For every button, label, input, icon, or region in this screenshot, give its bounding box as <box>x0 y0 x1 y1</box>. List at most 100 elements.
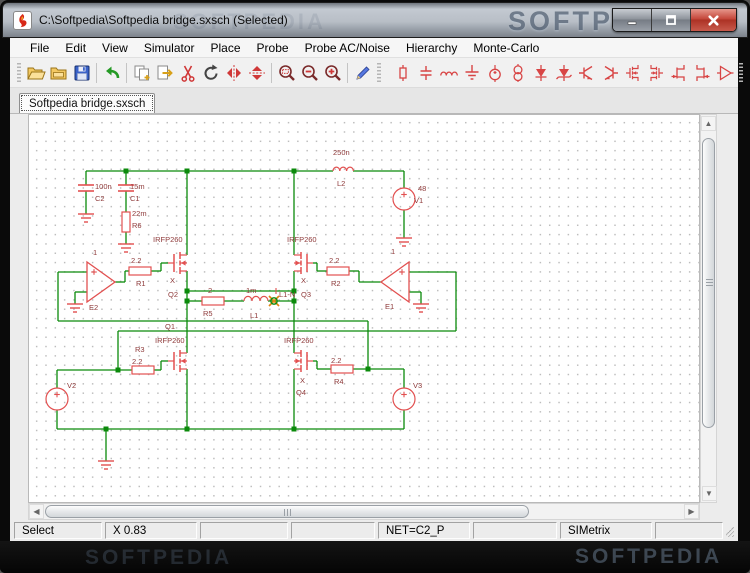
ground-symbol[interactable] <box>98 460 114 470</box>
zoom-area-icon[interactable] <box>275 61 298 85</box>
resistor-icon[interactable] <box>391 61 414 85</box>
current-source-icon[interactable] <box>506 61 529 85</box>
npn-transistor-icon[interactable] <box>575 61 598 85</box>
wire-junction <box>291 426 297 432</box>
vertical-scroll-thumb[interactable] <box>702 138 715 428</box>
menu-item-file[interactable]: File <box>22 39 57 57</box>
voltage-source-icon[interactable] <box>483 61 506 85</box>
window-controls <box>612 8 737 32</box>
mirror-vertical-icon[interactable] <box>222 61 245 85</box>
menu-item-edit[interactable]: Edit <box>57 39 94 57</box>
component-label: 1 <box>93 248 97 257</box>
watermark: SOFTPEDIA <box>85 546 233 569</box>
component-E1[interactable] <box>379 260 410 304</box>
paste-icon[interactable] <box>153 61 176 85</box>
component-V1[interactable] <box>392 187 416 211</box>
status-segment-5 <box>473 522 557 539</box>
window-resize-grip[interactable] <box>726 524 734 537</box>
component-label: IRFP260 <box>287 235 317 244</box>
component-V3[interactable] <box>392 387 416 411</box>
undo-icon[interactable] <box>100 61 123 85</box>
horizontal-scrollbar[interactable]: ◀ ▶ <box>28 503 700 520</box>
copy-icon[interactable] <box>130 61 153 85</box>
component-R6[interactable] <box>121 211 131 233</box>
menu-item-monte-carlo[interactable]: Monte-Carlo <box>465 39 547 57</box>
close-button[interactable] <box>691 9 736 31</box>
component-Q3[interactable] <box>294 252 313 274</box>
component-E2[interactable] <box>86 260 117 304</box>
minimize-button[interactable] <box>613 9 652 31</box>
menu-item-probe-ac-noise[interactable]: Probe AC/Noise <box>297 39 398 57</box>
menu-item-probe[interactable]: Probe <box>249 39 297 57</box>
zoom-in-icon[interactable] <box>321 61 344 85</box>
component-Q2[interactable] <box>168 252 187 274</box>
toolbar-grip[interactable] <box>377 62 381 83</box>
capacitor-icon[interactable] <box>414 61 437 85</box>
zener-diode-icon[interactable] <box>552 61 575 85</box>
save-icon[interactable] <box>70 61 93 85</box>
component-label: 2.2 <box>331 356 341 365</box>
nmos-icon[interactable] <box>621 61 644 85</box>
horizontal-scroll-thumb[interactable] <box>45 505 529 518</box>
rotate-icon[interactable] <box>199 61 222 85</box>
menu-item-place[interactable]: Place <box>203 39 249 57</box>
open-icon[interactable] <box>24 61 47 85</box>
component-C2[interactable] <box>78 184 94 192</box>
vertical-scrollbar[interactable]: ▲ ▼ <box>700 114 717 503</box>
ground-symbol[interactable] <box>67 303 83 313</box>
component-label: V2 <box>67 381 76 390</box>
toolbar-grip[interactable] <box>739 62 743 83</box>
client-area: File Edit View Simulator Place Probe Probe AC/… <box>10 38 743 541</box>
scroll-up-button[interactable]: ▲ <box>701 116 716 131</box>
component-R4[interactable] <box>330 364 354 374</box>
component-Q4[interactable] <box>294 350 313 372</box>
component-Q1[interactable] <box>168 350 187 372</box>
diode-icon[interactable] <box>529 61 552 85</box>
cut-icon[interactable] <box>176 61 199 85</box>
pmos-icon[interactable] <box>644 61 667 85</box>
component-R1[interactable] <box>128 266 152 276</box>
pnp-transistor-icon[interactable] <box>598 61 621 85</box>
ground-icon[interactable] <box>460 61 483 85</box>
menu-item-simulator[interactable]: Simulator <box>136 39 203 57</box>
scroll-down-button[interactable]: ▼ <box>701 486 717 501</box>
ground-symbol[interactable] <box>78 213 94 223</box>
wire-junction <box>115 367 121 373</box>
scroll-right-button[interactable]: ▶ <box>684 504 699 519</box>
ground-symbol[interactable] <box>118 243 134 253</box>
inductor-icon[interactable] <box>437 61 460 85</box>
tab-schematic[interactable]: Softpedia bridge.sxsch <box>19 93 156 113</box>
window-bottom-frame: SOFTPEDIA SOFTPEDIA <box>0 541 750 573</box>
component-V2[interactable] <box>45 387 69 411</box>
component-label: E1 <box>385 302 394 311</box>
status-segment-2 <box>200 522 288 539</box>
component-L1[interactable] <box>243 295 269 302</box>
schematic-canvas[interactable]: 100n C2 15m C1 22m R6 IRFP260 IRFP260 IRFP260 IRF… <box>28 114 700 503</box>
open-folder-icon[interactable] <box>47 61 70 85</box>
scroll-track[interactable] <box>529 504 684 519</box>
zoom-out-icon[interactable] <box>298 61 321 85</box>
watermark: SOFTPEDIA <box>575 545 723 568</box>
wire-pencil-icon[interactable] <box>351 61 374 85</box>
component-R3[interactable] <box>131 365 155 375</box>
mirror-horizontal-icon[interactable] <box>245 61 268 85</box>
buffer-icon[interactable] <box>713 61 736 85</box>
toolbar-grip[interactable] <box>17 62 21 83</box>
menu-item-view[interactable]: View <box>94 39 136 57</box>
ground-symbol[interactable] <box>396 237 412 247</box>
title-bar[interactable]: SOFTPEDIA SOFTPEDIA C:\Softpedia\Softped… <box>2 2 748 38</box>
pjfet-icon[interactable] <box>690 61 713 85</box>
component-label: R6 <box>132 221 142 230</box>
component-label: IRFP260 <box>153 235 183 244</box>
toolbar-separator <box>96 62 97 83</box>
menu-item-hierarchy[interactable]: Hierarchy <box>398 39 465 57</box>
njfet-icon[interactable] <box>667 61 690 85</box>
maximize-button[interactable] <box>652 9 691 31</box>
status-segment-select: Select <box>14 522 102 539</box>
status-segment-3 <box>291 522 375 539</box>
component-L2[interactable] <box>332 166 354 172</box>
component-R5[interactable] <box>201 296 225 306</box>
component-R2[interactable] <box>326 266 350 276</box>
ground-symbol[interactable] <box>413 303 429 313</box>
scroll-left-button[interactable]: ◀ <box>29 504 44 519</box>
